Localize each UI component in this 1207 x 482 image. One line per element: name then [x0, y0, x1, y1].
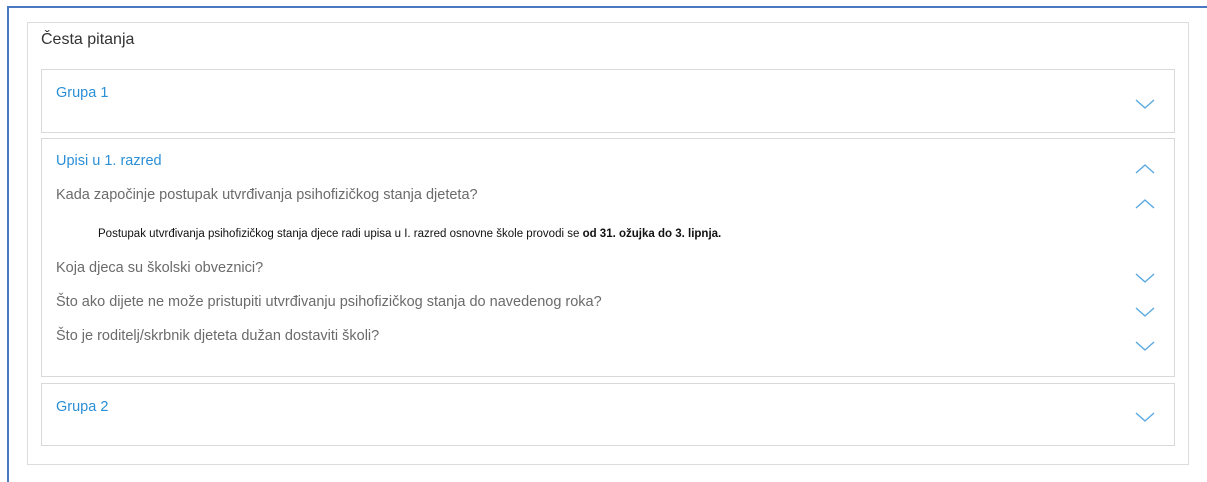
- faq-group-2[interactable]: Grupa 2: [41, 383, 1175, 446]
- faq-group-upisi[interactable]: Upisi u 1. razred Kada započinje postupa…: [41, 138, 1175, 377]
- group-title[interactable]: Upisi u 1. razred: [56, 153, 162, 169]
- answer-date-range: od 31. ožujka do 3. lipnja.: [582, 228, 722, 240]
- faq-group-1[interactable]: Grupa 1: [41, 69, 1175, 133]
- panel-title: Česta pitanja: [41, 31, 135, 48]
- chevron-up-icon[interactable]: [1134, 162, 1156, 176]
- chevron-down-icon[interactable]: [1134, 410, 1156, 424]
- chevron-down-icon[interactable]: [1134, 305, 1156, 319]
- faq-question-4[interactable]: Što je roditelj/skrbnik djeteta dužan do…: [56, 328, 379, 344]
- answer-text: Postupak utvrđivanja psihofizičkog stanj…: [98, 228, 583, 240]
- group-title[interactable]: Grupa 2: [56, 399, 108, 415]
- faq-answer-1: Postupak utvrđivanja psihofizičkog stanj…: [98, 228, 721, 240]
- group-title[interactable]: Grupa 1: [56, 85, 108, 101]
- chevron-up-icon[interactable]: [1134, 197, 1156, 211]
- chevron-down-icon[interactable]: [1134, 271, 1156, 285]
- window-border-left: [7, 6, 9, 482]
- faq-question-1[interactable]: Kada započinje postupak utvrđivanja psih…: [56, 187, 478, 203]
- faq-question-3[interactable]: Što ako dijete ne može pristupiti utvrđi…: [56, 294, 602, 310]
- window-border-top: [7, 6, 1207, 8]
- chevron-down-icon[interactable]: [1134, 339, 1156, 353]
- faq-panel: Česta pitanja Grupa 1 Upisi u 1. razred …: [27, 22, 1189, 465]
- faq-question-2[interactable]: Koja djeca su školski obveznici?: [56, 260, 263, 276]
- chevron-down-icon[interactable]: [1134, 97, 1156, 111]
